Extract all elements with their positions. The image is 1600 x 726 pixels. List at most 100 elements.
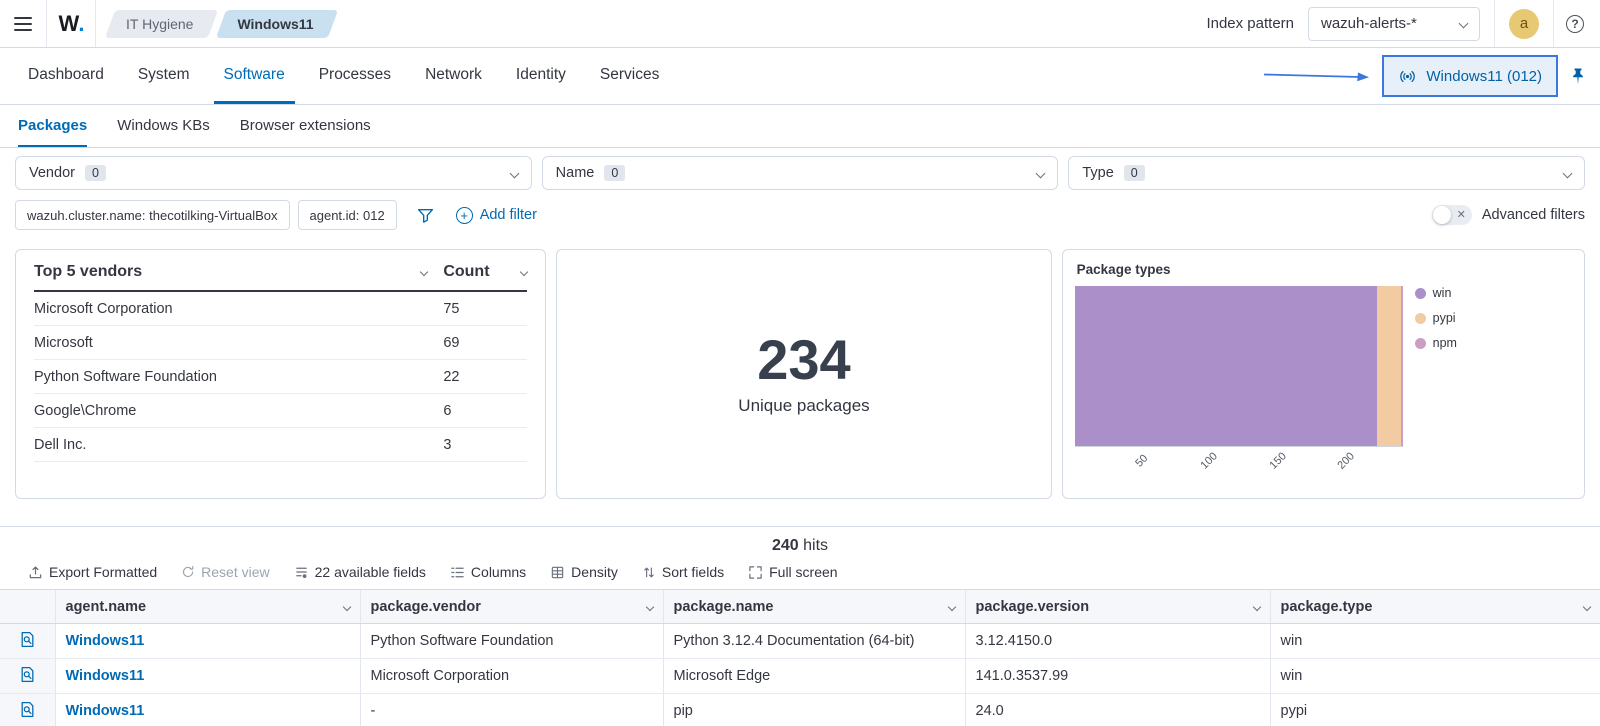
package-types-title: Package types [1077,262,1570,277]
wazuh-logo[interactable]: W. [47,0,95,47]
column-header-agent-name[interactable]: agent.name [55,590,360,624]
sort-fields-button[interactable]: Sort fields [642,564,724,580]
legend-item-npm[interactable]: npm [1415,336,1457,350]
column-header-package-type[interactable]: package.type [1270,590,1600,624]
inspect-document-icon[interactable] [19,631,36,648]
legend-label-pypi: pypi [1433,311,1456,325]
breadcrumb-it-hygiene[interactable]: IT Hygiene [110,10,213,38]
chevron-down-icon [1583,602,1591,610]
full-screen-button[interactable]: Full screen [748,564,837,580]
legend-dot-win [1415,288,1426,299]
package-type-cell: win [1270,659,1600,694]
annotation-arrow [1262,68,1374,84]
subtab-packages[interactable]: Packages [18,105,87,147]
type-filter-select[interactable]: Type 0 [1068,156,1585,190]
index-pattern-select[interactable]: wazuh-alerts-* [1308,7,1480,41]
agent-button-label: Windows11 (012) [1426,68,1542,85]
legend-dot-npm [1415,338,1426,349]
package-name-cell: pip [663,694,965,726]
package-type-cell: pypi [1270,694,1600,726]
columns-button[interactable]: Columns [450,564,526,580]
subtab-browser-extensions[interactable]: Browser extensions [240,105,371,147]
reset-view-button[interactable]: Reset view [181,564,269,580]
column-header-package-version[interactable]: package.version [965,590,1270,624]
tab-services[interactable]: Services [590,48,669,104]
agent-name-link[interactable]: Windows11 [66,703,145,719]
available-fields-button[interactable]: 22 available fields [294,564,426,580]
tab-system[interactable]: System [128,48,200,104]
bar-segment-win[interactable] [1075,286,1377,446]
inspect-document-icon[interactable] [19,666,36,683]
logo-dot: . [78,11,83,37]
help-icon[interactable]: ? [1566,15,1584,33]
agent-name-link[interactable]: Windows11 [66,668,145,684]
advanced-filters-toggle[interactable]: ✕ [1432,205,1472,225]
hits-label: hits [803,537,828,554]
filter-selects-row: Vendor 0 Name 0 Type 0 [0,148,1600,190]
subtab-windows-kbs[interactable]: Windows KBs [117,105,210,147]
chevron-down-icon [1459,19,1469,29]
results-section: 240 hits Export Formatted Reset view 22 … [0,526,1600,726]
fields-icon [294,565,309,580]
vendors-column-header[interactable]: Top 5 vendors [34,263,443,281]
bar-segment-pypi[interactable] [1377,286,1402,446]
export-formatted-label: Export Formatted [49,564,157,580]
menu-icon[interactable] [0,0,46,47]
type-filter-count-badge: 0 [1124,165,1145,181]
bar-segment-npm[interactable] [1401,286,1402,446]
filter-funnel-icon[interactable] [417,207,434,224]
agent-name-link[interactable]: Windows11 [66,633,145,649]
chevron-down-icon [1252,602,1260,610]
legend-item-pypi[interactable]: pypi [1415,311,1457,325]
avatar[interactable]: a [1509,9,1539,39]
vendor-name: Microsoft Corporation [34,301,443,317]
breadcrumb-windows11[interactable]: Windows11 [221,10,333,38]
vendor-name: Dell Inc. [34,437,443,453]
software-subtabs: Packages Windows KBs Browser extensions [0,105,1600,148]
type-filter-label: Type [1082,165,1113,181]
inspect-document-icon[interactable] [19,701,36,718]
count-column-header[interactable]: Count [443,263,527,281]
tab-processes[interactable]: Processes [309,48,401,104]
sort-icon [642,565,656,580]
vendor-count: 22 [443,369,527,385]
name-filter-count-badge: 0 [604,165,625,181]
unique-packages-panel: 234 Unique packages [556,249,1051,499]
results-table: agent.name package.vendor package.name p… [0,589,1600,726]
vendor-filter-select[interactable]: Vendor 0 [15,156,532,190]
fullscreen-icon [748,565,763,580]
add-filter-button[interactable]: + Add filter [456,207,537,224]
toggle-x-icon: ✕ [1457,208,1466,222]
table-header-row: agent.name package.vendor package.name p… [0,590,1600,624]
top-vendors-panel: Top 5 vendors Count Microsoft Corporatio… [15,249,546,499]
agent-selector-button[interactable]: Windows11 (012) [1384,57,1556,95]
tab-dashboard[interactable]: Dashboard [18,48,114,104]
filter-pill-cluster-name[interactable]: wazuh.cluster.name: thecotilking-Virtual… [15,200,290,230]
column-header-package-name[interactable]: package.name [663,590,965,624]
column-header-package-vendor[interactable]: package.vendor [360,590,663,624]
table-row: Windows11 Python Software Foundation Pyt… [0,624,1600,659]
toggle-knob [1433,206,1451,224]
x-tick-label: 200 [1335,450,1356,471]
reset-view-label: Reset view [201,564,269,580]
density-button[interactable]: Density [550,564,618,580]
package-types-panel: Package types 50100150200 win pypi npm [1062,249,1585,499]
pin-icon[interactable] [1566,65,1590,88]
vendor-row: Dell Inc. 3 [34,428,527,462]
unique-packages-label: Unique packages [738,396,869,416]
tab-identity[interactable]: Identity [506,48,576,104]
density-label: Density [571,564,618,580]
export-formatted-button[interactable]: Export Formatted [28,564,157,580]
visualization-panels: Top 5 vendors Count Microsoft Corporatio… [0,242,1600,499]
filter-pill-agent-id[interactable]: agent.id: 012 [298,200,397,230]
top-bar: W. IT Hygiene Windows11 Index pattern wa… [0,0,1600,48]
table-row: Windows11 Microsoft Corporation Microsof… [0,659,1600,694]
legend-item-win[interactable]: win [1415,286,1457,300]
name-filter-select[interactable]: Name 0 [542,156,1059,190]
tab-network[interactable]: Network [415,48,492,104]
x-tick-label: 100 [1199,450,1220,471]
tab-software[interactable]: Software [214,48,295,104]
full-screen-label: Full screen [769,564,837,580]
chevron-down-icon [645,602,653,610]
filter-pills-row: wazuh.cluster.name: thecotilking-Virtual… [0,190,1600,242]
